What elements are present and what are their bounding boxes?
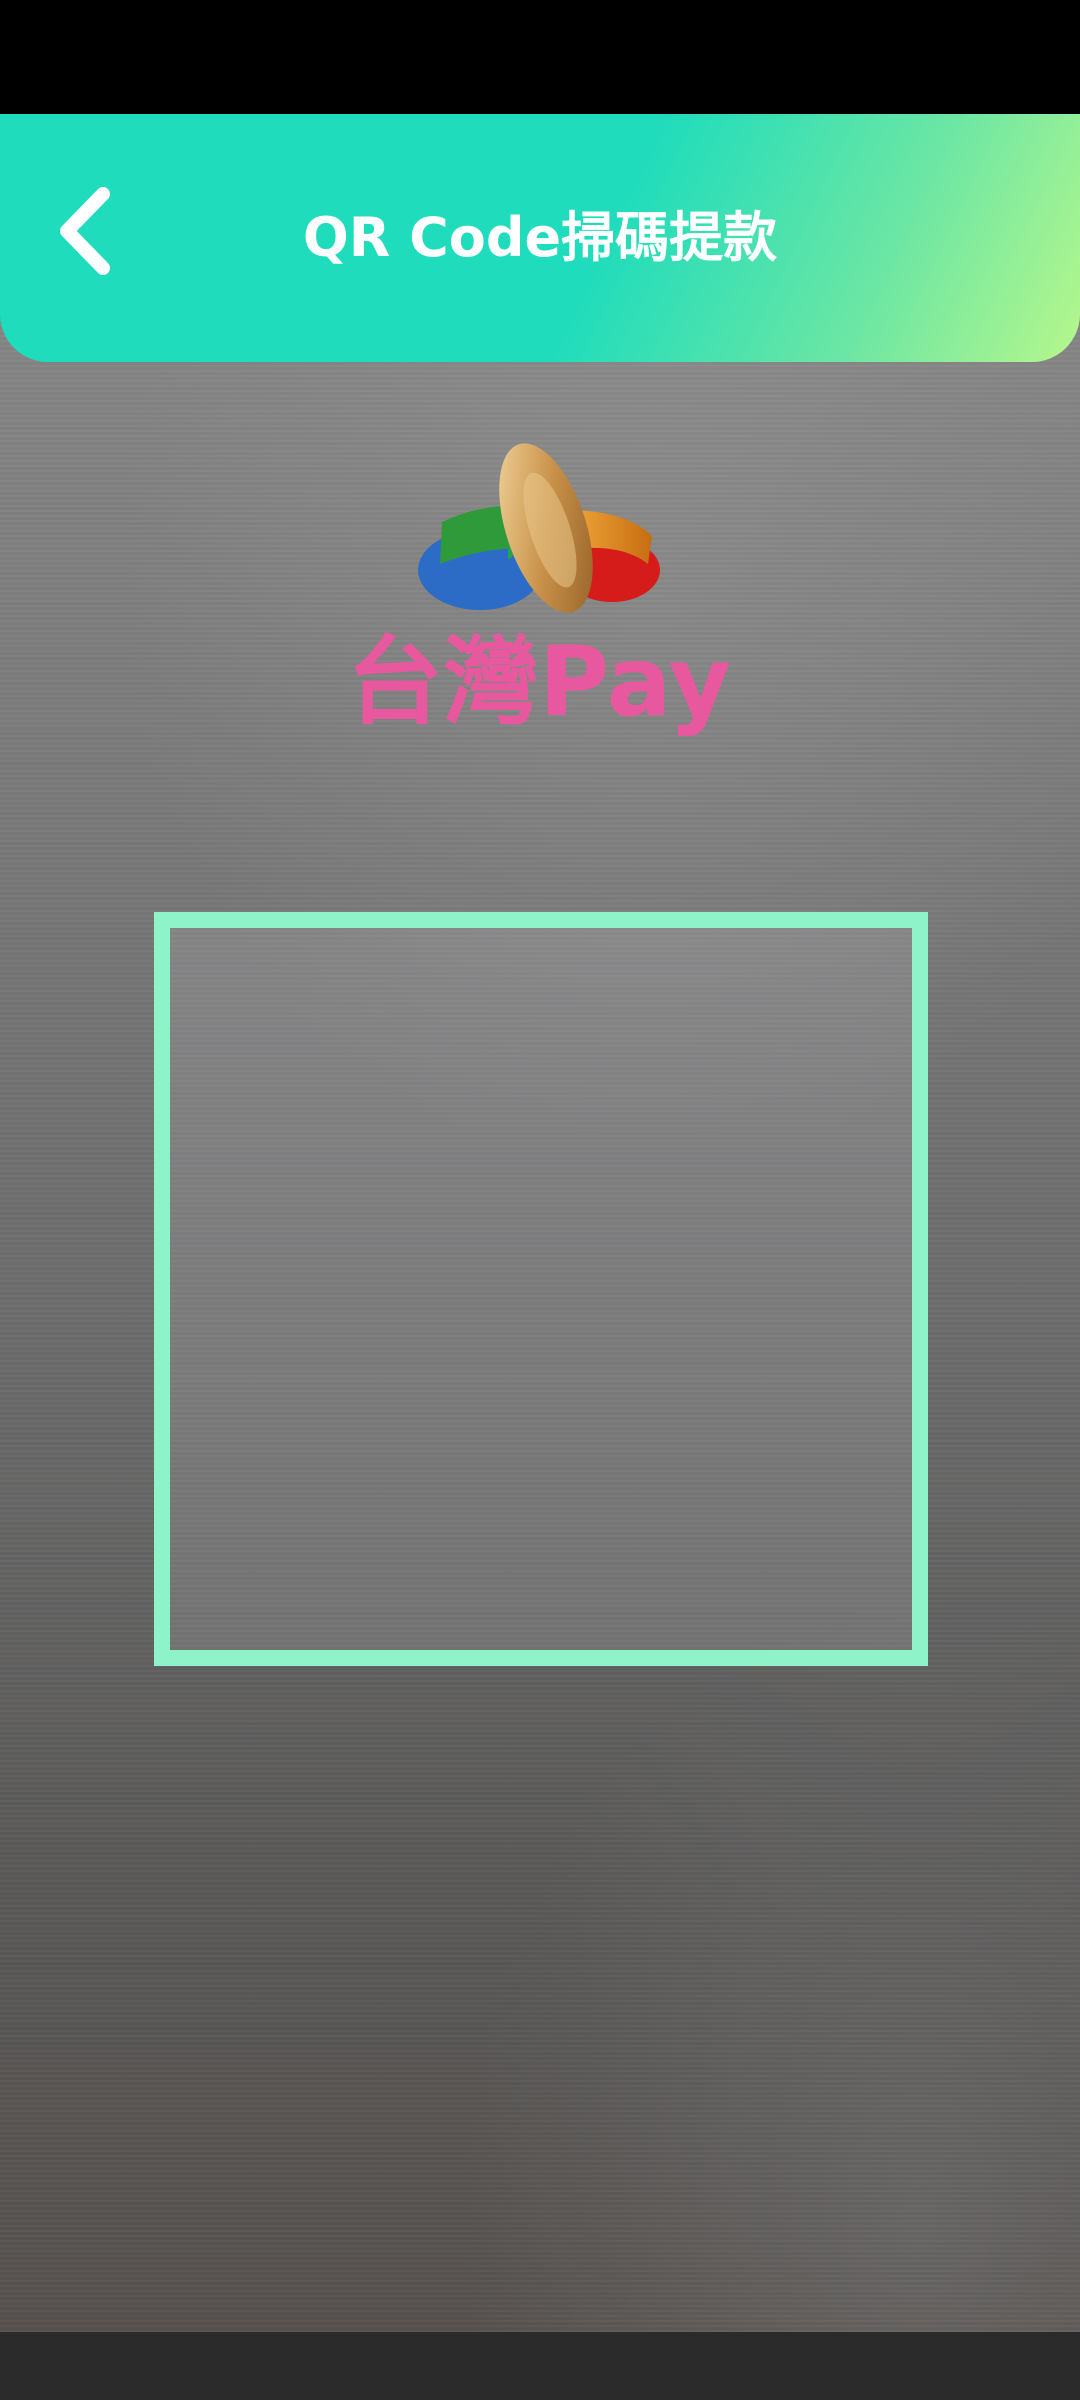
status-bar bbox=[0, 0, 1080, 114]
page-title: QR Code掃碼提款 bbox=[302, 205, 778, 269]
system-navigation-bar bbox=[0, 2332, 1080, 2400]
header-bar: QR Code掃碼提款 bbox=[0, 114, 1080, 362]
chevron-left-icon bbox=[60, 187, 110, 275]
taiwan-pay-logo: 台灣Pay bbox=[330, 440, 750, 780]
app-screen: QR Code掃碼提款 台灣Pay bbox=[0, 0, 1080, 2400]
taiwan-pay-logo-text: 台灣Pay bbox=[346, 626, 732, 738]
back-button[interactable] bbox=[40, 176, 130, 286]
qr-scan-frame bbox=[154, 912, 928, 1666]
